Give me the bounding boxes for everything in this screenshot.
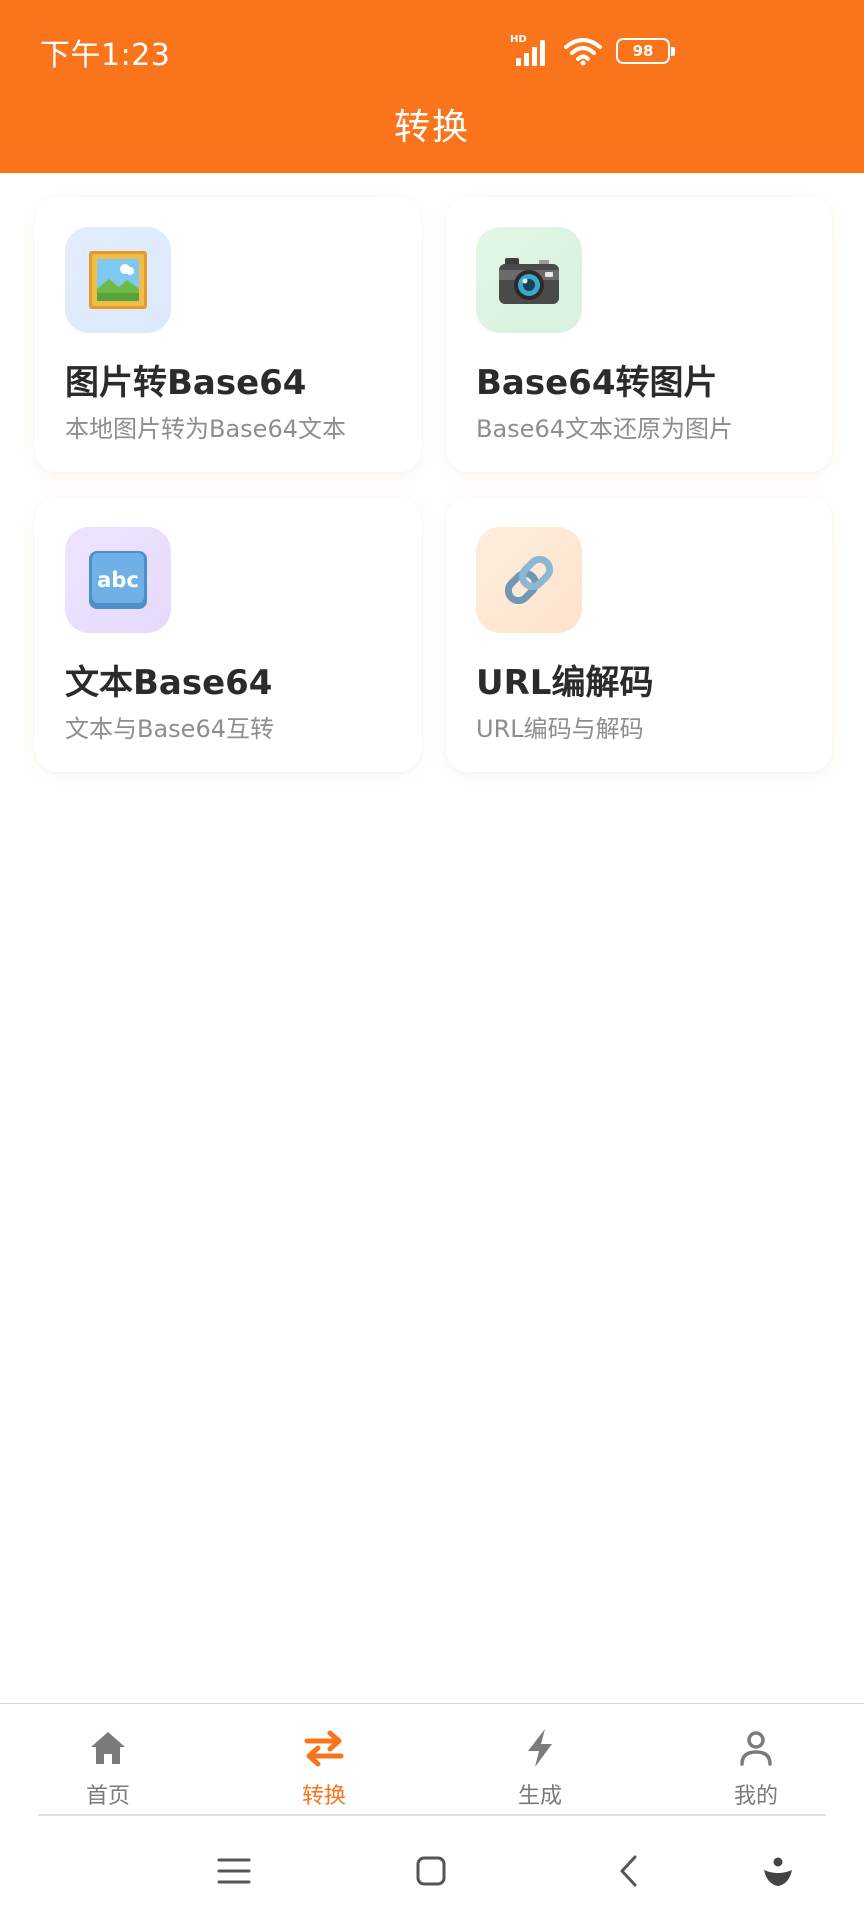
- card-description: 文本与Base64互转: [65, 715, 274, 743]
- abc-input-icon: abc: [65, 527, 171, 633]
- battery-level: 98: [632, 42, 654, 60]
- nav-label: 生成: [517, 1784, 562, 1809]
- assistant-icon[interactable]: [753, 1846, 803, 1896]
- status-time: 下午1:23: [40, 38, 171, 73]
- page-title: 转换: [393, 107, 470, 148]
- card-title: Base64转图片: [476, 363, 718, 403]
- nav-item-convert[interactable]: 转换: [216, 1704, 432, 1816]
- system-nav-bar: [0, 1816, 864, 1920]
- nav-label: 我的: [733, 1784, 778, 1809]
- battery-icon: 98: [616, 38, 675, 64]
- wifi-icon: [564, 36, 602, 66]
- nav-label: 转换: [301, 1784, 346, 1809]
- nav-label: 首页: [85, 1784, 130, 1809]
- card-title: URL编解码: [476, 663, 654, 703]
- app-header: 下午1:23 HD 98 转换: [0, 0, 864, 173]
- svg-text:abc: abc: [97, 568, 139, 592]
- menu-icon[interactable]: [209, 1846, 259, 1896]
- status-bar: 下午1:23 HD 98: [0, 0, 864, 100]
- lightning-icon: [518, 1726, 562, 1770]
- card-url-codec[interactable]: URL编解码 URL编码与解码: [446, 497, 832, 772]
- card-description: Base64文本还原为图片: [476, 415, 733, 443]
- home-icon: [86, 1726, 130, 1770]
- signal-icon: HD: [510, 34, 550, 66]
- card-description: URL编码与解码: [476, 715, 644, 743]
- swap-arrows-icon: [302, 1726, 346, 1770]
- nav-item-profile[interactable]: 我的: [648, 1704, 864, 1816]
- nav-item-home[interactable]: 首页: [0, 1704, 216, 1816]
- camera-icon: [476, 227, 582, 333]
- card-description: 本地图片转为Base64文本: [65, 415, 346, 443]
- link-icon: [476, 527, 582, 633]
- back-icon[interactable]: [604, 1846, 654, 1896]
- nav-item-generate[interactable]: 生成: [432, 1704, 648, 1816]
- status-icons: HD 98: [510, 34, 675, 68]
- card-base64-to-image[interactable]: Base64转图片 Base64文本还原为图片: [446, 197, 832, 472]
- bottom-nav: 首页 转换 生成 我的: [0, 1703, 864, 1815]
- card-image-to-base64[interactable]: 图片转Base64 本地图片转为Base64文本: [35, 197, 421, 472]
- network-badge: HD: [510, 34, 527, 45]
- home-square-icon[interactable]: [406, 1846, 456, 1896]
- card-text-base64[interactable]: abc 文本Base64 文本与Base64互转: [35, 497, 421, 772]
- framed-picture-icon: [65, 227, 171, 333]
- card-title: 文本Base64: [65, 663, 273, 703]
- person-icon: [734, 1726, 778, 1770]
- card-title: 图片转Base64: [65, 363, 307, 403]
